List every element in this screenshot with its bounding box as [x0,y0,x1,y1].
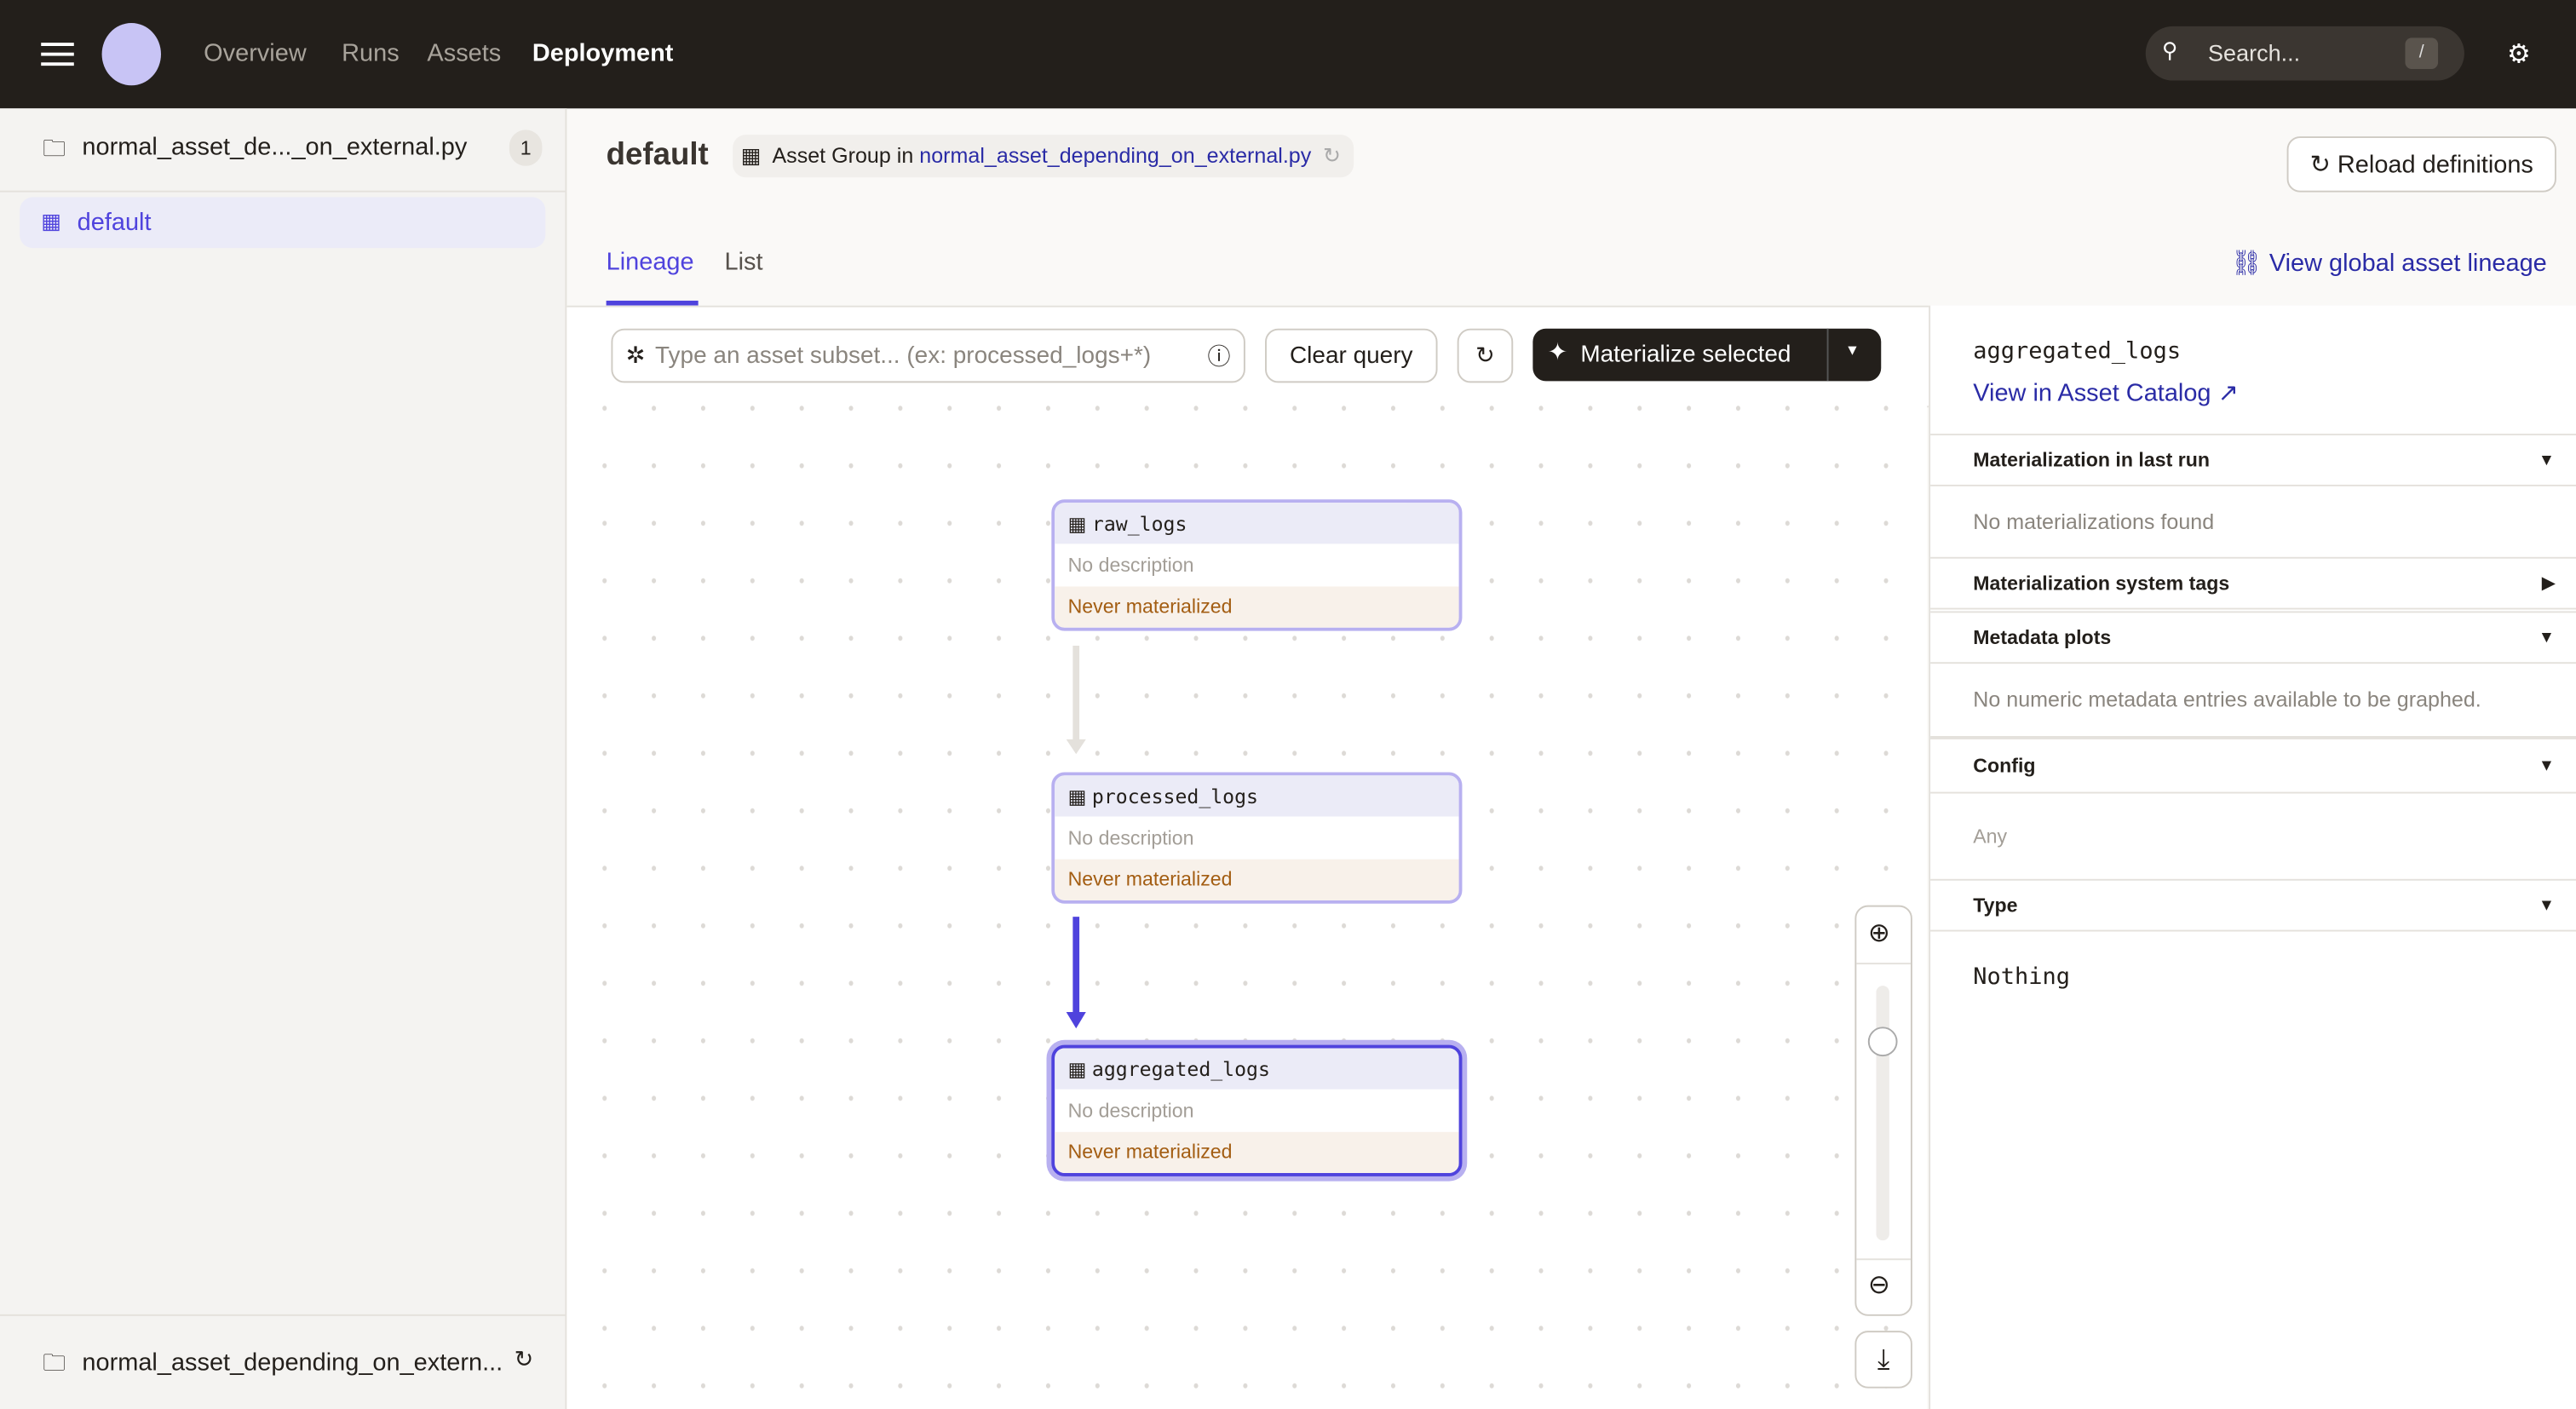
top-nav-bar: Overview Runs Assets Deployment ⚲ Search… [0,0,2576,109]
global-lineage-label: View global asset lineage [2268,250,2547,278]
section-title: Materialization system tags [1973,572,2230,595]
asset-query-icon: ✲ [625,342,646,369]
reload-icon[interactable]: ↻ [515,1346,534,1374]
table-icon: ▦ [1067,1057,1087,1081]
asset-status: Never materialized [1055,1131,1459,1174]
view-in-catalog-link[interactable]: View in Asset Catalog ↗ [1973,378,2239,408]
menu-icon[interactable] [41,43,74,66]
sparkle-icon: ✦ [1547,340,1568,367]
section-title: Metadata plots [1973,625,2112,649]
tag-prefix: Asset Group in [772,142,914,168]
lineage-icon: ⛓ [2231,250,2269,278]
section-body: No materializations found [1973,509,2215,534]
nav-assets[interactable]: Assets [427,39,501,67]
refresh-button[interactable]: ↻ [1457,328,1514,383]
zoom-slider-handle[interactable] [1867,1027,1898,1057]
zoom-out-icon[interactable]: ⊖ [1868,1268,1890,1302]
zoom-slider[interactable] [1876,986,1889,1241]
section-system-tags[interactable]: Materialization system tags ▶ [1930,556,2576,610]
footer-location-name[interactable]: normal_asset_depending_on_extern... [82,1349,503,1377]
zoom-in-icon[interactable]: ⊕ [1868,917,1890,950]
section-materialization-last-run[interactable]: Materialization in last run ▼ [1930,434,2576,486]
asset-node-aggregated-logs[interactable]: ▦ aggregated_logs No description Never m… [1051,1044,1463,1176]
section-title: Type [1973,894,2018,917]
folder-icon: 🗀 [43,135,66,162]
clear-query-button[interactable]: Clear query [1265,328,1438,383]
section-body: No numeric metadata entries available to… [1973,687,2481,712]
asset-description: No description [1067,553,1194,577]
selected-asset-name: aggregated_logs [1973,338,2182,365]
sidebar-item-default[interactable]: ▦ default [20,197,546,249]
reload-label: Reload definitions [2337,150,2533,179]
info-icon[interactable]: ⓘ [1208,339,1231,372]
section-type[interactable]: Type ▼ [1930,878,2576,932]
page-title: default [606,138,709,173]
reload-icon: ↻ [2309,151,2337,180]
edge-processed-to-aggregated [1072,917,1080,1015]
dropdown-caret-icon[interactable]: ▼ [1845,342,1860,358]
sidebar-item-label: default [77,208,152,237]
caret-right-icon: ▶ [2542,574,2555,593]
asset-node-processed-logs[interactable]: ▦ processed_logs No description Never ma… [1051,772,1463,904]
edge-raw-to-processed [1072,645,1080,741]
section-title: Materialization in last run [1973,448,2211,472]
caret-down-icon: ▼ [2538,756,2555,775]
graph-toolbar: ✲ Type an asset subset... (ex: processed… [566,305,1929,408]
code-location-name: normal_asset_de..._on_external.py [82,133,468,162]
folder-icon: 🗀 [43,1349,66,1376]
asset-name: raw_logs [1091,511,1187,535]
section-body: Any [1973,825,2008,848]
caret-down-icon: ▼ [2538,896,2555,915]
table-icon: ▦ [1067,784,1087,808]
sidebar: 🗀 normal_asset_de..._on_external.py 1 ▦ … [0,108,567,1409]
tab-lineage[interactable]: Lineage [607,248,694,276]
asset-sidebar-panel: aggregated_logs View in Asset Catalog ↗ … [1929,305,2576,1409]
asset-description: No description [1067,1099,1194,1123]
asset-description: No description [1067,826,1194,850]
code-location-link[interactable]: normal_asset_depending_on_external.py [919,143,1311,168]
section-metadata-plots[interactable]: Metadata plots ▼ [1930,611,2576,664]
section-config[interactable]: Config ▼ [1930,736,2576,794]
table-icon: ▦ [1067,511,1087,535]
external-link-icon: ↗ [2217,379,2239,408]
dagster-logo-icon[interactable] [101,23,162,86]
asset-group-icon: ▦ [41,208,61,233]
location-count-badge: 1 [509,129,543,166]
reload-definitions-button[interactable]: ↻ Reload definitions [2286,136,2556,193]
search-shortcut: / [2405,37,2439,70]
section-title: Config [1973,754,2036,778]
asset-group-icon: ▦ [740,142,762,168]
asset-group-tag: ▦ Asset Group in normal_asset_depending_… [733,135,1354,178]
settings-gear-icon[interactable]: ⚙ [2507,37,2531,71]
nav-runs[interactable]: Runs [342,39,400,67]
sidebar-footer: 🗀 normal_asset_depending_on_extern... ↻ [0,1314,566,1409]
caret-down-icon: ▼ [2538,628,2555,647]
nav-overview[interactable]: Overview [204,39,307,67]
search-placeholder: Search... [2208,39,2301,66]
asset-status: Never materialized [1055,586,1459,628]
section-body: Nothing [1973,964,2071,991]
edge-arrow [1066,739,1086,755]
zoom-control: ⊕ ⊖ [1854,905,1912,1316]
download-icon[interactable]: ⤓ [1854,1331,1912,1389]
search-icon: ⚲ [2162,37,2178,63]
materialize-selected-button[interactable]: ✦ Materialize selected ▼ [1532,328,1882,382]
tab-list[interactable]: List [725,248,763,276]
search-input[interactable]: ⚲ Search... / [2145,26,2464,81]
asset-query-input[interactable]: ✲ Type an asset subset... (ex: processed… [611,328,1245,383]
materialize-label: Materialize selected [1580,342,1791,369]
asset-name: aggregated_logs [1091,1057,1270,1081]
asset-node-raw-logs[interactable]: ▦ raw_logs No description Never material… [1051,499,1463,631]
catalog-link-label: View in Asset Catalog [1973,379,2211,408]
reload-icon[interactable]: ↻ [1323,135,1341,177]
asset-status: Never materialized [1055,859,1459,900]
caret-down-icon: ▼ [2538,451,2555,469]
code-location-header[interactable]: 🗀 normal_asset_de..._on_external.py 1 [0,108,566,193]
view-global-lineage-link[interactable]: ⛓ View global asset lineage [2231,248,2547,278]
edge-arrow [1066,1012,1086,1029]
query-placeholder: Type an asset subset... (ex: processed_l… [654,342,1152,369]
nav-deployment[interactable]: Deployment [532,39,674,67]
asset-name: processed_logs [1091,784,1259,808]
